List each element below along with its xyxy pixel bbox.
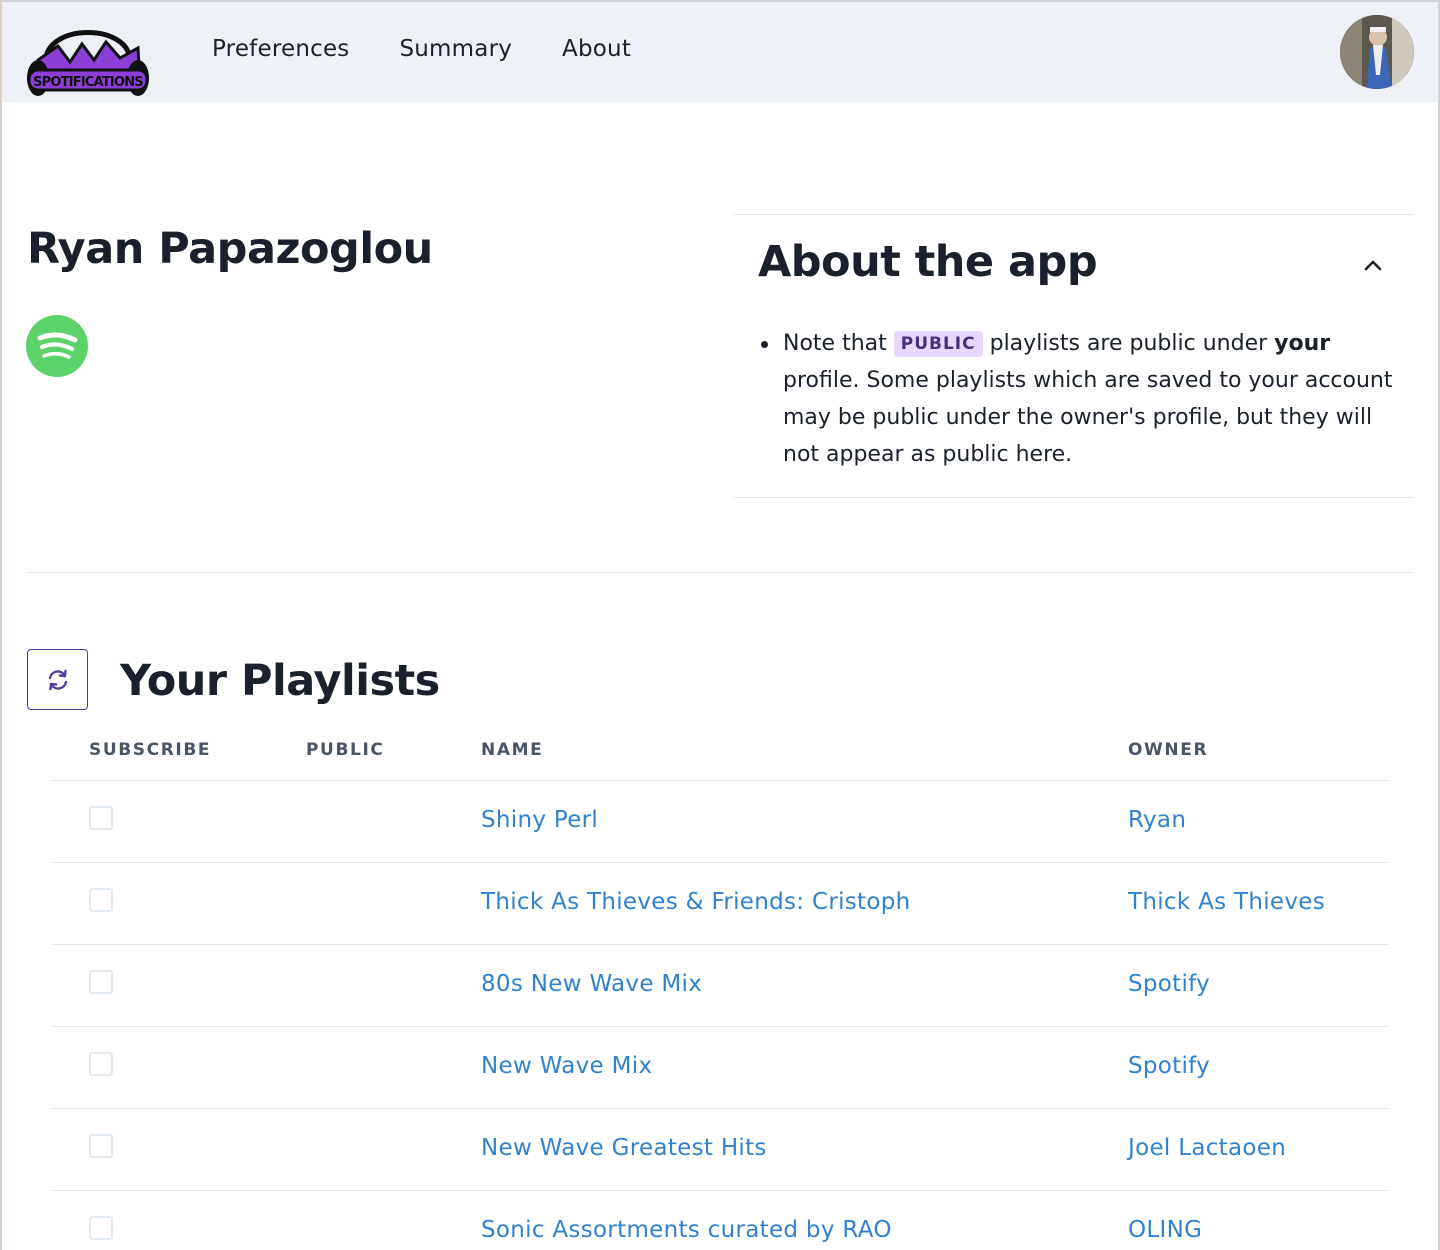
table-row: Sonic Assortments curated by RAO OLING [52,1191,1389,1250]
spotifications-logo[interactable]: SPOTIFICATIONS [24,8,154,100]
playlist-owner-link[interactable]: Thick As Thieves [1128,889,1325,915]
subscribe-checkbox[interactable] [89,1216,113,1240]
profile-name: Ryan Papazoglou [27,224,433,274]
playlist-name-link[interactable]: New Wave Mix [481,1053,652,1079]
playlist-name-link[interactable]: 80s New Wave Mix [481,971,702,997]
about-note: Note that PUBLIC playlists are public un… [759,325,1399,473]
avatar[interactable] [1340,15,1414,89]
subscribe-checkbox[interactable] [89,888,113,912]
logo-text: SPOTIFICATIONS [33,75,143,90]
column-header-name[interactable]: NAME [481,740,543,760]
refresh-button[interactable] [27,649,88,710]
column-header-owner[interactable]: OWNER [1128,740,1208,760]
note-prefix: Note that [783,331,887,356]
playlist-name-link[interactable]: Shiny Perl [481,807,598,833]
public-badge: PUBLIC [893,331,983,357]
about-content: Note that PUBLIC playlists are public un… [759,325,1399,473]
note-bold: your [1274,331,1331,356]
table-row: 80s New Wave Mix Spotify [52,945,1389,1027]
table-row: New Wave Mix Spotify [52,1027,1389,1109]
playlist-name-link[interactable]: Sonic Assortments curated by RAO [481,1217,892,1243]
subscribe-checkbox[interactable] [89,1052,113,1076]
user-avatar-icon [1340,15,1414,89]
nav-link-about[interactable]: About [562,36,631,62]
logo-graphic: SPOTIFICATIONS [27,30,149,96]
playlist-owner-link[interactable]: Spotify [1128,1053,1210,1079]
subscribe-checkbox[interactable] [89,970,113,994]
column-header-subscribe[interactable]: SUBSCRIBE [89,740,211,760]
about-title: About the app [758,237,1098,287]
chevron-up-icon [1364,260,1382,271]
about-accordion: About the app Note that PUBLIC playlists… [733,214,1414,498]
playlists-title: Your Playlists [120,656,440,706]
subscribe-checkbox[interactable] [89,806,113,830]
nav-link-summary[interactable]: Summary [399,36,512,62]
section-divider [27,572,1414,573]
playlist-owner-link[interactable]: Ryan [1128,807,1186,833]
note-suffix: profile. Some playlists which are saved … [783,368,1393,467]
note-middle: playlists are public under [989,331,1268,356]
playlist-name-link[interactable]: Thick As Thieves & Friends: Cristoph [481,889,911,915]
table-row: Shiny Perl Ryan [52,781,1389,863]
subscribe-checkbox[interactable] [89,1134,113,1158]
table-header: SUBSCRIBE PUBLIC NAME OWNER [52,718,1389,781]
navbar: SPOTIFICATIONS Preferences Summary About [0,0,1440,102]
collapse-button[interactable] [1353,245,1393,285]
playlist-name-link[interactable]: New Wave Greatest Hits [481,1135,767,1161]
playlist-owner-link[interactable]: Spotify [1128,971,1210,997]
main-nav: Preferences Summary About [212,36,631,62]
playlist-owner-link[interactable]: OLING [1128,1217,1202,1243]
nav-link-preferences[interactable]: Preferences [212,36,349,62]
playlists-table: SUBSCRIBE PUBLIC NAME OWNER Shiny Perl R… [52,718,1389,1250]
spotify-icon[interactable] [26,315,88,377]
playlist-owner-link[interactable]: Joel Lactaoen [1128,1135,1286,1161]
column-header-public[interactable]: PUBLIC [306,740,384,760]
refresh-icon [48,669,67,690]
table-row: Thick As Thieves & Friends: Cristoph Thi… [52,863,1389,945]
table-row: New Wave Greatest Hits Joel Lactaoen [52,1109,1389,1191]
